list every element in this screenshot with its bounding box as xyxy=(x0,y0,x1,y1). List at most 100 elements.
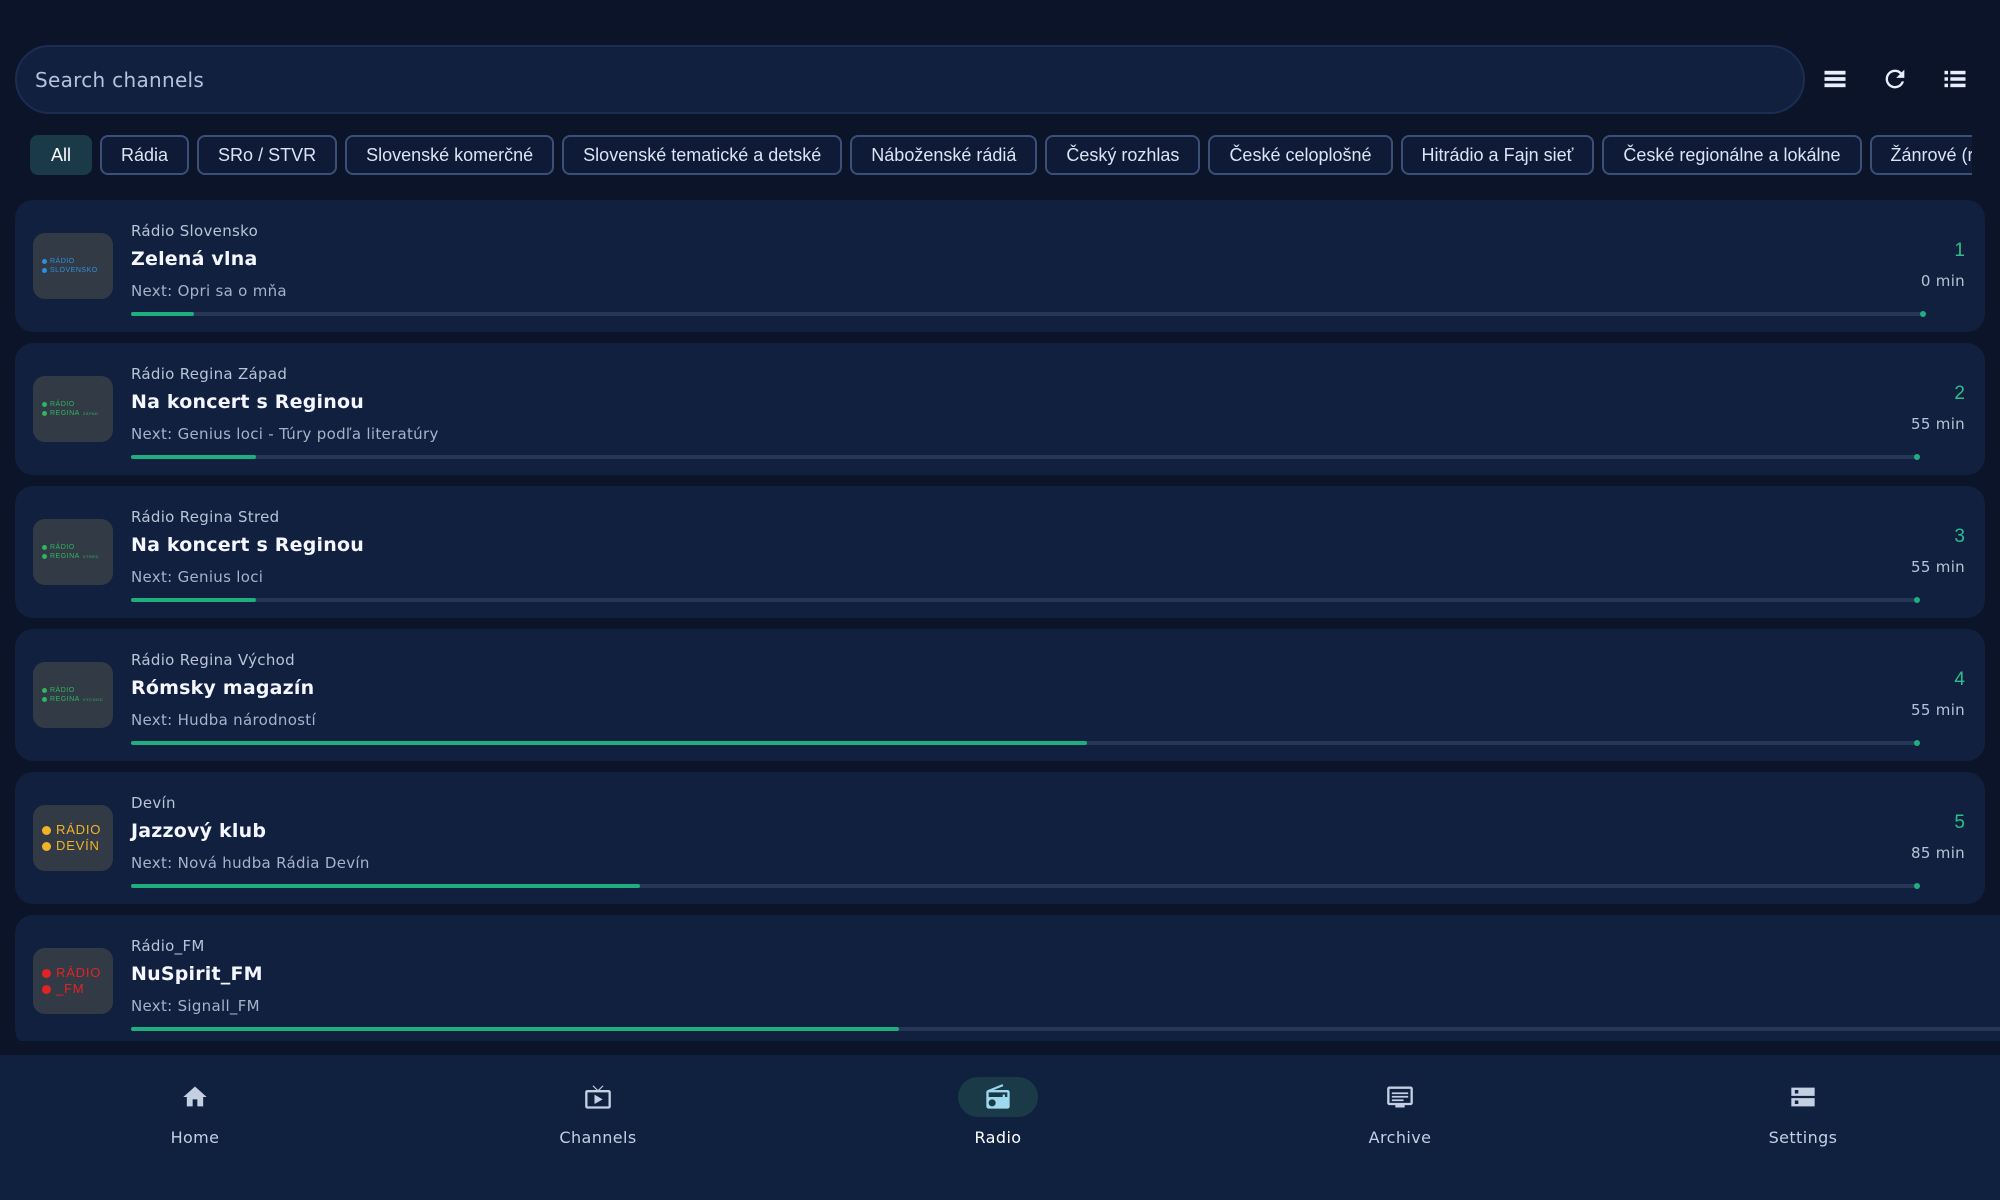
nav-label: Settings xyxy=(1768,1128,1838,1147)
filter-chip[interactable]: Slovenské komerčné xyxy=(345,135,555,175)
progress-bar xyxy=(131,1027,2000,1031)
logo-line: RÁDIO xyxy=(42,543,113,552)
station-logo: RÁDIO DEVÍN xyxy=(33,805,113,871)
station-logo: RÁDIO REGINA STRED xyxy=(33,519,113,585)
logo-line: RÁDIO xyxy=(42,822,113,838)
nav-item-home[interactable]: Home xyxy=(85,1075,305,1155)
logo-text: RÁDIO xyxy=(56,965,102,980)
progress-bar xyxy=(131,311,1926,317)
progress-fill xyxy=(131,598,256,602)
next-program: Next: Nová hudba Rádia Devín xyxy=(131,854,370,872)
channel-card[interactable]: RÁDIO DEVÍN Devín Jazzový klub Next: Nová hu… xyxy=(15,772,1985,904)
app: AllRádiaSRo / STVRSlovenské komerčnéSlov… xyxy=(0,0,2000,1200)
program-title: NuSpirit_FM xyxy=(131,963,263,985)
program-duration: 0 min xyxy=(1920,272,1965,290)
logo-line: REGINA STRED xyxy=(42,552,113,561)
filter-chip[interactable]: Hitrádio a Fajn sieť xyxy=(1400,135,1595,175)
program-duration: 55 min xyxy=(1911,558,1965,576)
logo-dot xyxy=(42,688,47,693)
logo-dot xyxy=(42,411,47,416)
logo-line: _FM xyxy=(42,981,113,997)
filter-chip[interactable]: Český rozhlas xyxy=(1045,135,1201,175)
next-program: Next: Genius loci - Túry podľa literatúr… xyxy=(131,425,439,443)
channel-card[interactable]: RÁDIO _FM Rádio_FM NuSpirit_FM Next: Signall… xyxy=(15,915,2000,1041)
channel-number: 3 xyxy=(1954,526,1965,547)
list-view-icon[interactable] xyxy=(1938,62,1972,96)
station-name: Rádio_FM xyxy=(131,937,205,955)
logo-text: _FM xyxy=(56,981,85,996)
station-name: Rádio Regina Stred xyxy=(131,508,280,526)
nav-item-radio[interactable]: Radio xyxy=(888,1075,1108,1155)
logo-line: DEVÍN xyxy=(42,838,113,854)
logo-line: RÁDIO xyxy=(42,400,113,409)
program-duration: 85 min xyxy=(1911,844,1965,862)
logo-text: RÁDIO xyxy=(50,258,75,265)
radio-icon xyxy=(958,1077,1038,1117)
station-name: Devín xyxy=(131,794,176,812)
filter-chip[interactable]: All xyxy=(30,135,93,175)
program-duration: 55 min xyxy=(1911,701,1965,719)
logo-suffix: ZÁPAD xyxy=(82,411,99,416)
channel-number: 1 xyxy=(1954,240,1965,261)
program-title: Zelená vlna xyxy=(131,248,258,270)
progress-bar xyxy=(131,454,1920,460)
progress-fill xyxy=(131,741,1087,745)
search-input[interactable] xyxy=(35,67,1803,92)
next-program: Next: Opri sa o mňa xyxy=(131,282,287,300)
nav-label: Radio xyxy=(974,1128,1022,1147)
progress-end-dot xyxy=(1914,454,1920,460)
filter-chip[interactable]: České celoplošné xyxy=(1208,135,1393,175)
progress-bar xyxy=(131,883,1920,889)
logo-line: REGINA VÝCHOD xyxy=(42,695,113,704)
progress-fill xyxy=(131,1027,899,1031)
channel-card[interactable]: RÁDIO REGINA VÝCHOD Rádio Regina Východ Róms… xyxy=(15,629,1985,761)
station-logo: RÁDIO SLOVENSKO xyxy=(33,233,113,299)
program-title: Na koncert s Reginou xyxy=(131,391,364,413)
logo-suffix: VÝCHOD xyxy=(82,697,103,702)
logo-dot xyxy=(42,968,51,978)
filter-chip[interactable]: Náboženské rádiá xyxy=(850,135,1038,175)
filter-chip[interactable]: Žánrové (rock, dance xyxy=(1869,135,1972,175)
logo-text: RÁDIO xyxy=(50,544,75,551)
channel-card[interactable]: RÁDIO REGINA STRED Rádio Regina Stred Na kon… xyxy=(15,486,1985,618)
tv-icon xyxy=(558,1077,638,1117)
nav-item-settings[interactable]: Settings xyxy=(1693,1075,1913,1155)
logo-dot xyxy=(42,268,47,273)
logo-dot xyxy=(42,259,47,264)
filter-chip[interactable]: SRo / STVR xyxy=(197,135,338,175)
progress-bar xyxy=(131,597,1920,603)
search-bar[interactable] xyxy=(15,45,1805,114)
bottom-navigation: Home Channels Radio Archive Settings xyxy=(0,1055,2000,1200)
channel-card[interactable]: RÁDIO SLOVENSKO Rádio Slovensko Zelená vlna… xyxy=(15,200,1985,332)
progress-fill xyxy=(131,884,640,888)
logo-suffix: STRED xyxy=(82,554,99,559)
logo-text: REGINA xyxy=(50,553,80,560)
program-title: Jazzový klub xyxy=(131,820,267,842)
logo-dot xyxy=(42,984,51,994)
logo-text: REGINA xyxy=(50,696,80,703)
filter-chip[interactable]: Slovenské tematické a detské xyxy=(562,135,843,175)
progress-end-dot xyxy=(1914,597,1920,603)
logo-dot xyxy=(42,402,47,407)
filter-chips: All Rádia SRo / STVR Slovenské komerčné Slov… xyxy=(30,135,1972,175)
home-icon xyxy=(155,1077,235,1117)
station-name: Rádio Regina Východ xyxy=(131,651,295,669)
filter-chip[interactable]: Rádia xyxy=(100,135,190,175)
logo-text: SLOVENSKO xyxy=(50,267,98,274)
next-program: Next: Hudba národností xyxy=(131,711,316,729)
logo-line: RÁDIO xyxy=(42,257,113,266)
nav-item-channels[interactable]: Channels xyxy=(488,1075,708,1155)
view-compact-icon[interactable] xyxy=(1818,62,1852,96)
nav-item-archive[interactable]: Archive xyxy=(1290,1075,1510,1155)
program-title: Rómsky magazín xyxy=(131,677,315,699)
logo-line: SLOVENSKO xyxy=(42,266,113,275)
station-logo: RÁDIO REGINA VÝCHOD xyxy=(33,662,113,728)
filter-chip[interactable]: České regionálne a lokálne xyxy=(1602,135,1862,175)
progress-fill xyxy=(131,312,194,316)
channel-list: RÁDIO SLOVENSKO Rádio Slovensko Zelená vlna… xyxy=(15,200,2000,1041)
refresh-icon[interactable] xyxy=(1878,62,1912,96)
nav-label: Channels xyxy=(559,1128,637,1147)
channel-card[interactable]: RÁDIO REGINA ZÁPAD Rádio Regina Západ Na kon… xyxy=(15,343,1985,475)
logo-text: RÁDIO xyxy=(50,401,75,408)
settings-icon xyxy=(1763,1077,1843,1117)
